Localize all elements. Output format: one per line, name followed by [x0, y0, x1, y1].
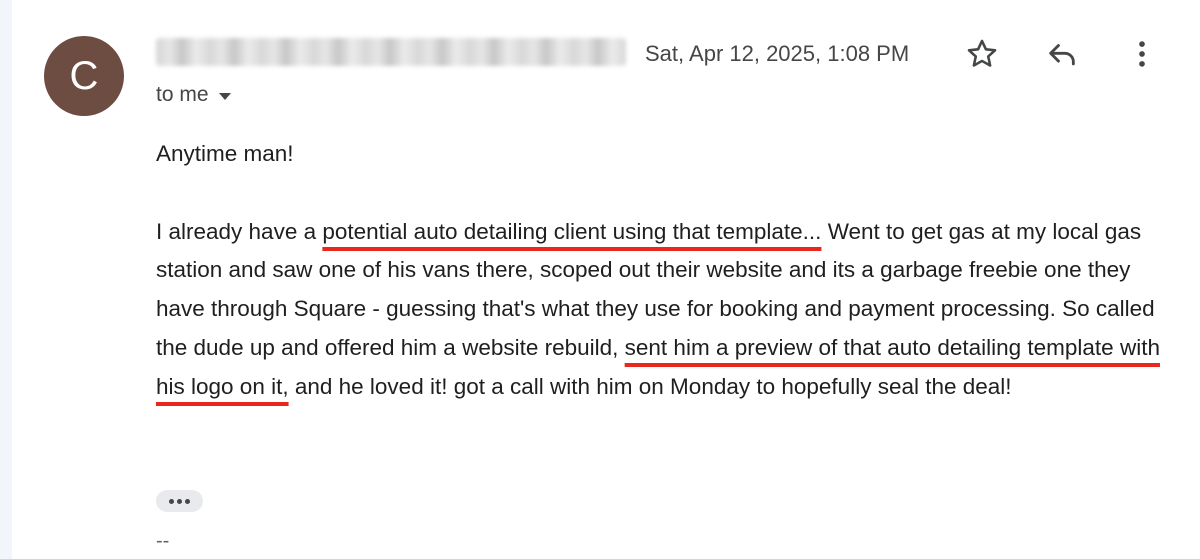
sender-name-redacted — [156, 38, 626, 66]
more-options-button[interactable] — [1122, 34, 1162, 74]
greeting-line: Anytime man! — [156, 141, 294, 166]
avatar-initial: C — [69, 54, 99, 98]
sender-avatar[interactable]: C — [44, 36, 124, 116]
email-timestamp: Sat, Apr 12, 2025, 1:08 PM — [645, 41, 910, 66]
more-vert-icon — [1139, 41, 1145, 67]
star-icon — [967, 39, 997, 67]
ellipsis-dot — [185, 498, 190, 504]
signature-separator: -- — [156, 530, 170, 552]
left-panel-edge — [0, 0, 12, 559]
chevron-down-icon — [218, 92, 231, 100]
ellipsis-dot — [169, 498, 174, 504]
email-body: Anytime man! I already have a potential … — [156, 135, 1166, 407]
message-paragraph: I already have a potential auto detailin… — [156, 213, 1166, 407]
show-trimmed-content-button[interactable]: ••• — [156, 490, 203, 512]
to-me-label: to me — [156, 83, 209, 106]
reply-icon — [1049, 44, 1075, 66]
reply-button[interactable] — [1042, 34, 1082, 74]
highlighted-phrase-1: potential auto detailing client using th… — [322, 218, 822, 244]
paragraph-text: I already have a — [156, 218, 323, 244]
star-button[interactable] — [962, 34, 1002, 74]
recipient-details-toggle[interactable]: to me — [156, 83, 231, 107]
paragraph-text: and he loved it! got a call with him on … — [288, 373, 1012, 399]
ellipsis-dot — [177, 498, 182, 504]
